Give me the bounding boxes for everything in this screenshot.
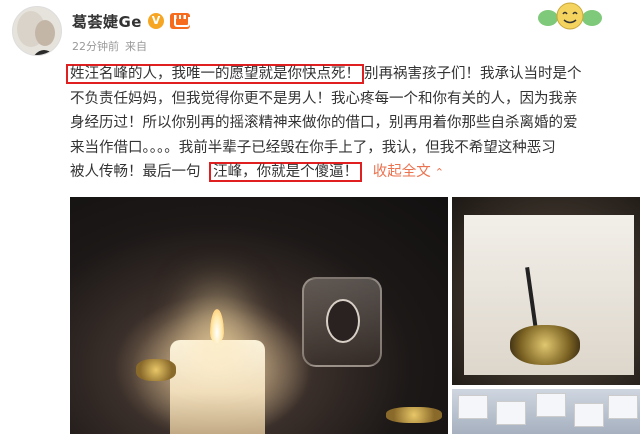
- photo-element: [136, 359, 176, 381]
- post-text-segment: 别再祸害孩子们！我承认当时是个: [364, 66, 582, 82]
- photo-element: [496, 401, 526, 425]
- highlighted-text: 姓汪名峰的人，我唯一的愿望就是你快点死！: [66, 64, 364, 84]
- avatar[interactable]: [12, 6, 62, 56]
- photo-grid: [70, 197, 640, 434]
- timestamp[interactable]: 22分钟前: [72, 38, 119, 54]
- photo-element: [386, 407, 442, 423]
- photo-candle[interactable]: [70, 197, 448, 434]
- photo-element: [510, 325, 580, 365]
- photo-sculpture[interactable]: [452, 197, 640, 385]
- collapse-label[interactable]: 收起全文: [373, 164, 431, 180]
- avatar-image: [13, 7, 61, 55]
- source-label: 来自: [125, 40, 147, 53]
- post-line-3: 身经历过！所以你别再的摇滚精神来做你的借口，别再用着你那些自杀离婚的爱: [70, 115, 578, 131]
- photo-element: [536, 393, 566, 417]
- collapse-full-text-link[interactable]: 收起全文 ⌃: [373, 164, 444, 180]
- verified-icon: V: [148, 13, 164, 29]
- username[interactable]: 葛荟婕Ge: [72, 11, 142, 32]
- photo-element: [574, 403, 604, 427]
- chevron-up-icon: ⌃: [434, 166, 444, 179]
- vip-crown-icon: [170, 13, 190, 29]
- post-line-4: 来当作借口。。。。我前半辈子已经毁在你手上了，我认，但我不希望这种恶习: [70, 139, 556, 156]
- photo-cards[interactable]: [452, 389, 640, 434]
- post-text-segment: 被人传畅！最后一句: [70, 164, 201, 180]
- photo-element: [326, 299, 360, 343]
- photo-element: [170, 340, 265, 434]
- post-line-5: 被人传畅！最后一句 汪峰，你就是个傻逼！ 收起全文 ⌃: [70, 160, 636, 185]
- photo-element: [608, 395, 638, 419]
- post-line-1: 姓汪名峰的人，我唯一的愿望就是你快点死！ 别再祸害孩子们！我承认当时是个: [66, 62, 636, 87]
- smiley-sticker-icon: [538, 2, 602, 30]
- post-header: 葛荟婕Ge V: [72, 8, 190, 34]
- post-text: 姓汪名峰的人，我唯一的愿望就是你快点死！ 别再祸害孩子们！我承认当时是个 不负责任…: [66, 62, 636, 185]
- highlighted-text: 汪峰，你就是个傻逼！: [209, 162, 363, 182]
- photo-element: [458, 395, 488, 419]
- post-line-2: 不负责任妈妈，但我觉得你更不是男人！我心疼每一个和你有关的人，因为我亲: [70, 90, 578, 107]
- post-meta: 22分钟前 来自: [72, 38, 147, 54]
